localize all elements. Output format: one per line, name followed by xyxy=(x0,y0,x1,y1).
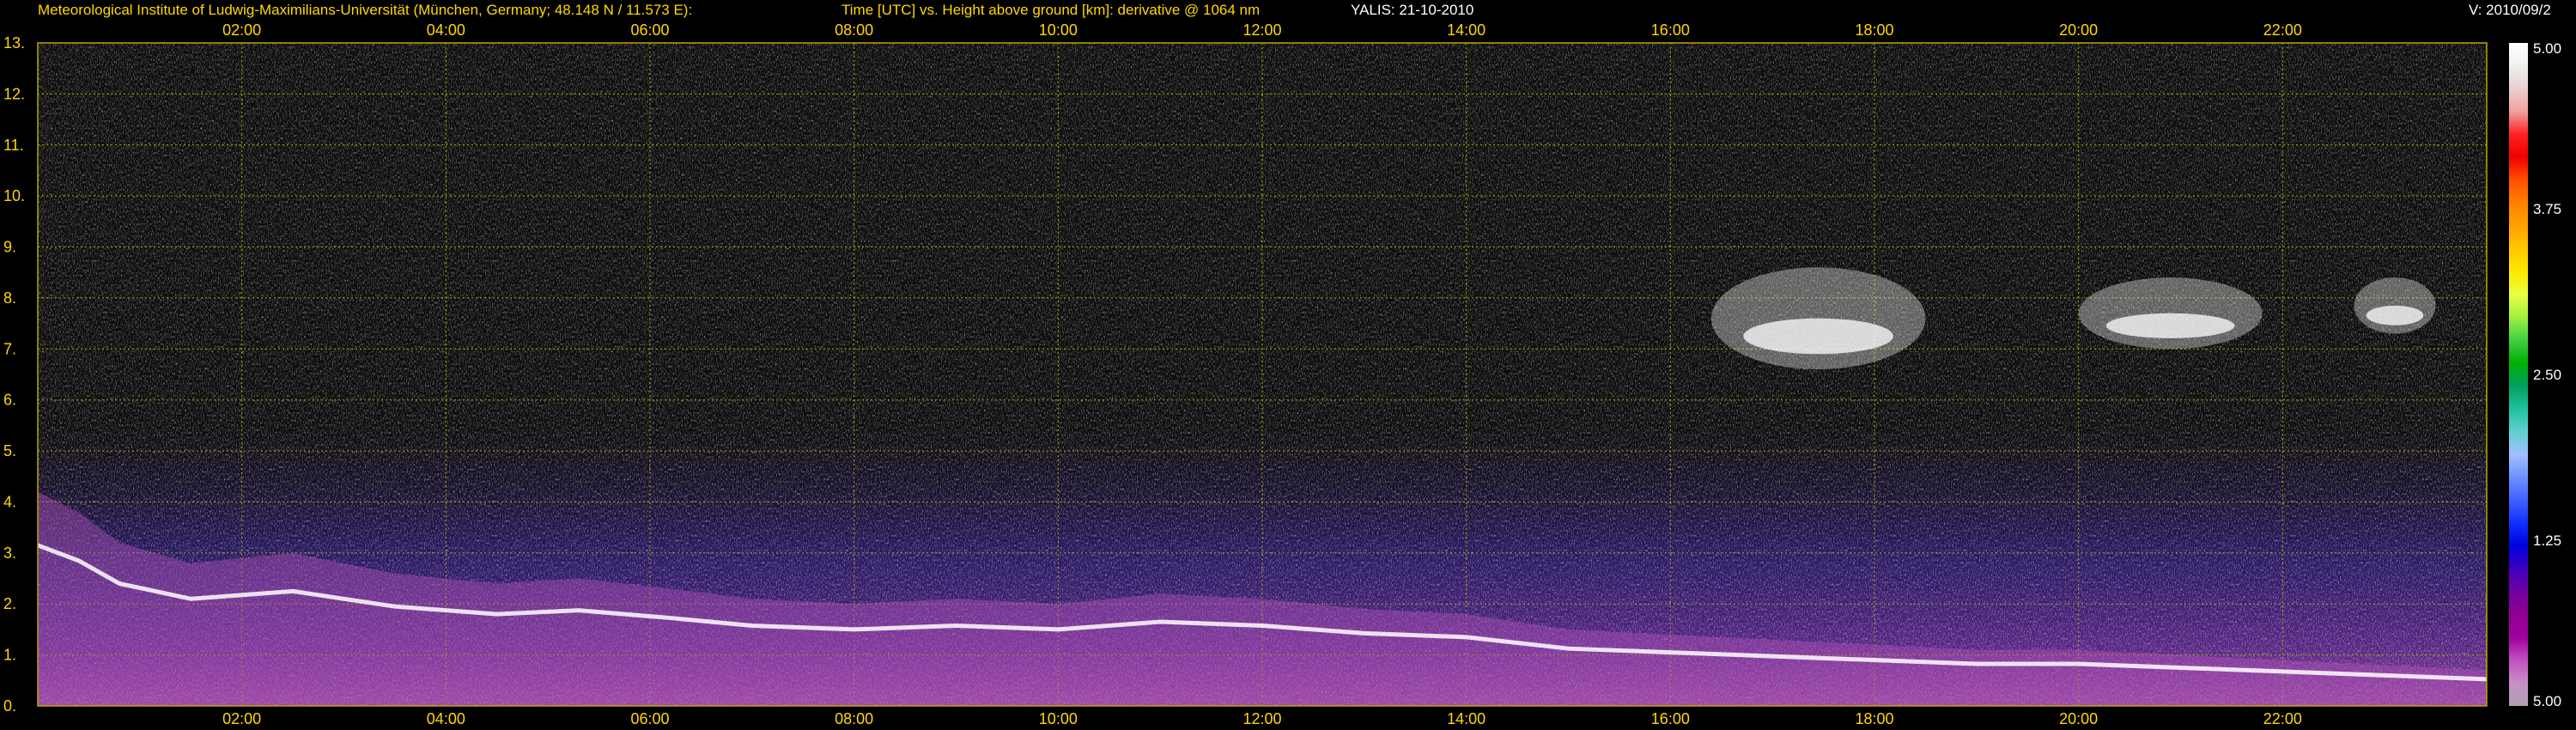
colorbar-tick-label: 2.50 xyxy=(2533,367,2561,383)
cirrus-cloud-core xyxy=(2105,313,2235,338)
colorbar-tick-label: 1.25 xyxy=(2533,532,2561,549)
y-tick-label: 4. xyxy=(3,493,16,510)
x-tick-label-bottom: 06:00 xyxy=(630,710,669,727)
y-tick-label: 3. xyxy=(3,544,16,562)
y-tick-label: 10. xyxy=(3,187,25,204)
x-tick-label-top: 22:00 xyxy=(2263,21,2302,39)
y-tick-label: 1. xyxy=(3,647,16,664)
x-tick-label-bottom: 02:00 xyxy=(222,710,261,727)
x-tick-label-top: 06:00 xyxy=(630,21,669,39)
y-tick-label: 2. xyxy=(3,595,16,612)
x-tick-label-bottom: 22:00 xyxy=(2263,710,2302,727)
y-tick-label: 6. xyxy=(3,392,16,409)
y-tick-label: 11. xyxy=(3,137,24,154)
x-tick-label-top: 18:00 xyxy=(1855,21,1893,39)
x-tick-label-top: 04:00 xyxy=(427,21,465,39)
x-tick-label-bottom: 10:00 xyxy=(1039,710,1078,727)
x-tick-label-bottom: 18:00 xyxy=(1855,710,1893,727)
colorbar xyxy=(2509,43,2528,706)
x-tick-label-top: 12:00 xyxy=(1242,21,1281,39)
x-tick-label-top: 16:00 xyxy=(1651,21,1690,39)
x-tick-label-bottom: 20:00 xyxy=(2059,710,2098,727)
y-tick-label: 13. xyxy=(3,34,25,52)
x-tick-label-top: 10:00 xyxy=(1039,21,1078,39)
y-tick-label: 12. xyxy=(3,85,25,102)
y-tick-label: 8. xyxy=(3,289,16,307)
x-tick-label-top: 14:00 xyxy=(1447,21,1485,39)
x-tick-label-bottom: 12:00 xyxy=(1242,710,1281,727)
cirrus-cloud-core xyxy=(1743,318,1893,355)
x-tick-label-top: 08:00 xyxy=(835,21,873,39)
y-tick-label: 7. xyxy=(3,340,16,357)
x-tick-label-bottom: 04:00 xyxy=(427,710,465,727)
x-tick-label-bottom: 16:00 xyxy=(1651,710,1690,727)
x-tick-label-bottom: 08:00 xyxy=(835,710,873,727)
y-tick-label: 0. xyxy=(3,697,16,715)
y-tick-label: 5. xyxy=(3,442,16,459)
colorbar-tick-label: 5.00 xyxy=(2533,693,2561,709)
x-tick-label-top: 02:00 xyxy=(222,21,261,39)
y-tick-label: 9. xyxy=(3,239,16,256)
cirrus-cloud-core xyxy=(2366,305,2424,325)
lidar-chart: 0. 1. 2. 3. 4. 5. 6. 7. 8. 9. 10. 11. 12. 13. 02:00 02:… xyxy=(3,21,2561,727)
x-tick-label-bottom: 14:00 xyxy=(1447,710,1485,727)
colorbar-tick-label: 5.00 xyxy=(2533,40,2561,57)
x-tick-label-top: 20:00 xyxy=(2059,21,2098,39)
colorbar-tick-label: 3.75 xyxy=(2533,201,2561,217)
